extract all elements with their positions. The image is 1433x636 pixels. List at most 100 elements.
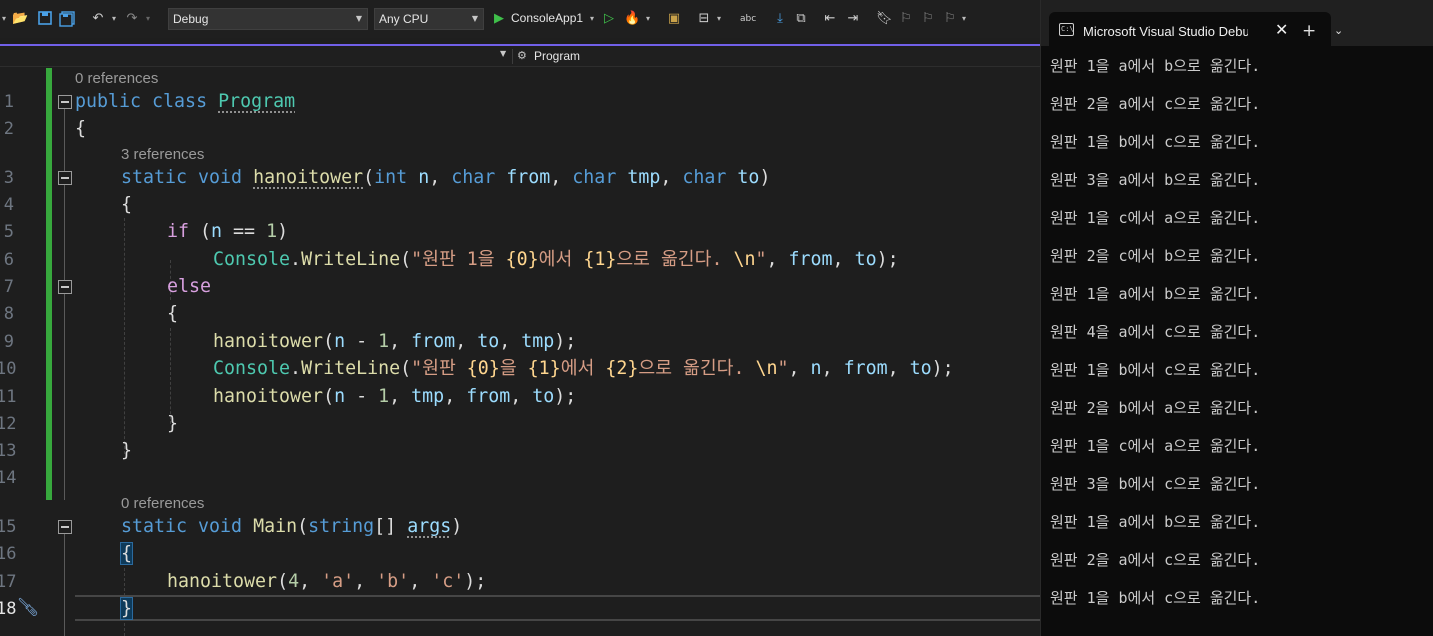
token-brace: } — [121, 440, 133, 461]
token-format: {1} — [527, 358, 561, 379]
codelens-references[interactable]: 3 references — [121, 146, 204, 163]
save-all-icon[interactable] — [59, 11, 75, 27]
token-number: 1 — [378, 386, 390, 407]
solution-platform-dropdown[interactable]: Any CPU ▼ — [374, 8, 484, 30]
token-punct: ) — [277, 221, 289, 242]
debug-console-window: C:\ Microsoft Visual Studio Debug ✕ + ⌄ … — [1040, 0, 1433, 636]
token-brace: { — [167, 303, 179, 324]
hot-reload-icon[interactable]: 🔥 — [624, 11, 640, 27]
console-line: 원판 1을 a에서 b으로 옮긴다. — [1050, 57, 1261, 75]
token-param: n — [407, 167, 430, 188]
line-number: 11 — [0, 387, 17, 407]
token-param: to — [477, 331, 500, 352]
decrease-indent-icon[interactable]: ⇤ — [822, 11, 838, 27]
line-number: 13 — [0, 441, 17, 461]
collapse-toggle[interactable] — [58, 95, 72, 109]
close-icon[interactable]: ✕ — [1275, 20, 1288, 39]
start-without-debugging-icon[interactable]: ▷ — [601, 11, 617, 27]
token-punct: ( — [323, 386, 335, 407]
token-param: tmp — [411, 386, 445, 407]
quick-actions-screwdriver-icon[interactable]: 🪛︎ — [16, 596, 40, 620]
solution-explorer-icon[interactable]: ▣ — [666, 11, 682, 27]
open-folder-icon[interactable]: 📂 — [12, 11, 28, 27]
token-param: n — [334, 386, 346, 407]
token-punct: ); — [554, 331, 577, 352]
increase-indent-icon[interactable]: ⇥ — [845, 11, 861, 27]
console-line: 원판 1을 a에서 b으로 옮긴다. — [1050, 513, 1261, 531]
redo-dropdown-icon[interactable]: ▾ — [146, 14, 150, 23]
token-format: {0} — [466, 358, 500, 379]
hot-reload-dropdown-icon[interactable]: ▾ — [646, 14, 650, 23]
configuration-value: Debug — [173, 12, 209, 26]
spell-check-icon[interactable]: abc — [740, 11, 756, 27]
console-line: 원판 1을 b에서 c으로 옮긴다. — [1050, 133, 1261, 151]
previous-bookmark-icon[interactable]: ⚐ — [898, 11, 914, 27]
line-number: 6 — [3, 250, 14, 270]
console-line: 원판 2을 a에서 c으로 옮긴다. — [1050, 551, 1261, 569]
clear-bookmarks-icon[interactable]: ⚐ — [942, 11, 958, 27]
new-tab-icon[interactable]: + — [1302, 21, 1316, 41]
token-format: {2} — [605, 358, 639, 379]
token-punct: ); — [876, 249, 899, 270]
token-param: n — [211, 221, 223, 242]
line-number: 3 — [3, 168, 14, 188]
solution-configuration-dropdown[interactable]: Debug ▼ — [168, 8, 368, 30]
next-bookmark-icon[interactable]: ⚐ — [920, 11, 936, 27]
format-document-icon[interactable]: ⊟ — [696, 11, 712, 27]
step-into-icon[interactable]: ⤓ — [772, 11, 788, 27]
token-punct: , — [389, 386, 412, 407]
token-method: hanoitower — [213, 386, 324, 407]
token-param: n — [334, 331, 346, 352]
collapse-toggle[interactable] — [58, 280, 72, 294]
start-debugging-button[interactable]: ConsoleApp1 — [511, 11, 583, 25]
code-line: 2 { — [0, 117, 1040, 141]
token-operator: - — [345, 331, 379, 352]
codelens-references[interactable]: 0 references — [75, 70, 158, 87]
collapse-toggle[interactable] — [58, 171, 72, 185]
dropdown-icon[interactable]: ⌄ — [1334, 24, 1343, 37]
toolbar-overflow-icon[interactable]: ▾ — [962, 14, 966, 23]
codelens-references[interactable]: 0 references — [121, 495, 204, 512]
token-method: hanoitower — [213, 331, 324, 352]
line-number: 2 — [3, 119, 14, 139]
line-number: 18 — [0, 599, 17, 619]
undo-dropdown-icon[interactable]: ▾ — [112, 14, 116, 23]
token-string: 'a' — [321, 571, 355, 592]
line-number: 14 — [0, 468, 17, 488]
token-number: 1 — [378, 331, 390, 352]
code-line: 8 { — [0, 302, 1040, 326]
save-icon[interactable] — [37, 11, 53, 27]
code-line: 4 { — [0, 193, 1040, 217]
line-number: 4 — [3, 195, 14, 215]
terminal-tab[interactable]: C:\ Microsoft Visual Studio Debug ✕ — [1049, 12, 1331, 46]
undo-icon[interactable]: ↶ — [90, 11, 106, 27]
console-line: 원판 1을 a에서 b으로 옮긴다. — [1050, 285, 1261, 303]
token-param: tmp — [616, 167, 661, 188]
collapse-toggle[interactable] — [58, 520, 72, 534]
copy-icon[interactable]: ⧉ — [793, 11, 809, 27]
token-punct: ( — [189, 221, 212, 242]
line-number: 5 — [3, 222, 14, 242]
bookmark-icon[interactable]: 🔖︎ — [876, 11, 893, 27]
token-brace-matched: } — [119, 597, 134, 620]
token-number: 4 — [288, 571, 300, 592]
token-escape: \n — [733, 249, 756, 270]
format-dropdown-icon[interactable]: ▾ — [717, 14, 721, 23]
new-item-dropdown-icon[interactable]: ▾ — [2, 14, 6, 23]
token-param: from — [843, 358, 888, 379]
start-debugging-icon[interactable]: ▶ — [491, 11, 507, 27]
member-dropdown[interactable]: Program — [534, 49, 580, 63]
console-line: 원판 4을 a에서 c으로 옮긴다. — [1050, 323, 1261, 341]
token-escape: \n — [755, 358, 778, 379]
token-keyword: static void — [121, 167, 254, 188]
platform-value: Any CPU — [379, 12, 429, 26]
startup-dropdown-icon[interactable]: ▾ — [590, 14, 594, 23]
redo-icon[interactable]: ↷ — [124, 11, 140, 27]
chevron-down-icon[interactable]: ▼ — [500, 49, 506, 58]
code-line: 9 hanoitower(n - 1, from, to, tmp); — [0, 330, 1040, 354]
code-line: 18 } — [0, 597, 1040, 621]
token-punct: , — [832, 249, 855, 270]
code-editor[interactable]: 0 references 3 references 0 references 1… — [0, 68, 1040, 636]
token-punct: ) — [451, 516, 463, 537]
terminal-tab-title: Microsoft Visual Studio Debug — [1083, 24, 1248, 39]
